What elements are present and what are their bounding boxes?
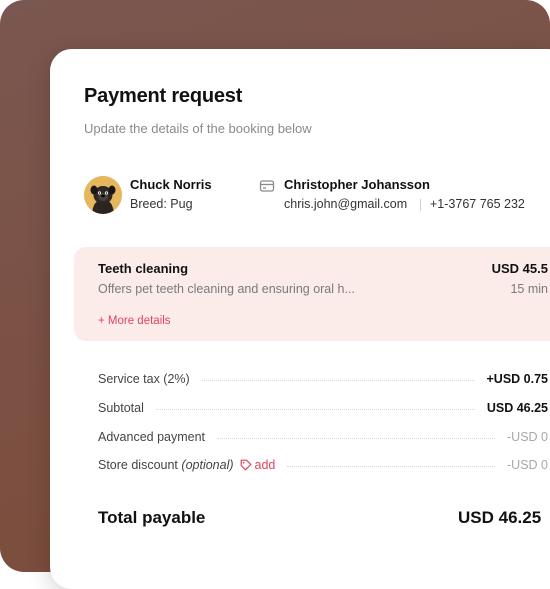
service-duration: 15 min <box>510 282 548 296</box>
service-price: USD 45.5 <box>491 261 548 276</box>
total-payable-value: USD 46.25 <box>458 508 542 527</box>
dotted-leader <box>217 437 496 439</box>
add-discount-button[interactable]: add <box>240 458 276 472</box>
pug-avatar-icon <box>84 176 122 214</box>
tag-icon <box>240 459 251 471</box>
page-title: Payment request <box>84 85 243 107</box>
service-tax-label: Service tax (2%) <box>98 372 190 386</box>
pet-breed: Breed: Pug <box>130 197 193 211</box>
service-item: Teeth cleaning USD 45.5 Offers pet teeth… <box>74 247 550 341</box>
advanced-payment-row: Advanced payment -USD 0 <box>98 428 548 446</box>
dotted-leader <box>201 379 475 381</box>
subtotal-value: USD 46.25 <box>486 401 548 415</box>
add-discount-label: add <box>254 458 276 472</box>
owner-phone: +1-3767 765 232 <box>430 197 525 211</box>
subtotal-row: Subtotal USD 46.25 <box>98 399 548 417</box>
more-details-link[interactable]: + More details <box>98 315 171 327</box>
service-tax-value: +USD 0.75 <box>486 372 549 386</box>
store-discount-value: -USD 0 <box>507 458 548 472</box>
owner-email: chris.john@gmail.com <box>284 197 408 211</box>
total-payable-label: Total payable <box>98 508 206 527</box>
owner-name: Christopher Johansson <box>284 177 430 192</box>
pet-name: Chuck Norris <box>130 177 212 192</box>
store-discount-label: Store discount (optional) <box>98 458 234 472</box>
advanced-payment-value: -USD 0 <box>507 430 548 444</box>
advanced-payment-label: Advanced payment <box>98 430 206 444</box>
page-subtitle: Update the details of the booking below <box>84 121 312 136</box>
dotted-leader <box>155 408 475 410</box>
store-discount-text: Store discount <box>98 458 178 472</box>
service-tax-row: Service tax (2%) +USD 0.75 <box>98 370 548 388</box>
service-name: Teeth cleaning <box>98 261 189 276</box>
owner-divider <box>420 199 421 211</box>
payment-request-card: Payment request Update the details of th… <box>50 49 550 589</box>
store-discount-row: Store discount (optional) add -USD 0 <box>98 456 548 474</box>
subtotal-label: Subtotal <box>98 401 144 415</box>
service-description: Offers pet teeth cleaning and ensuring o… <box>98 282 355 296</box>
optional-tag: (optional) <box>181 458 234 472</box>
id-card-icon <box>259 180 275 192</box>
pet-avatar <box>84 176 122 214</box>
dotted-leader <box>287 465 496 467</box>
